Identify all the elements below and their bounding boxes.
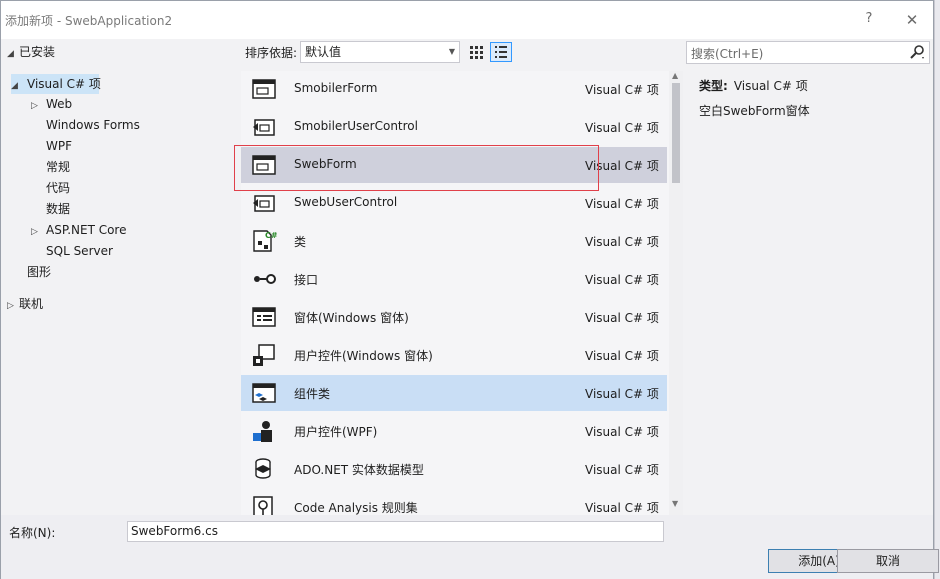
template-name: ADO.NET 实体数据模型 — [294, 463, 424, 477]
sort-by-dropdown[interactable]: 默认值 ▼ — [300, 41, 460, 63]
search-placeholder: 搜索(Ctrl+E) — [691, 47, 764, 61]
template-row[interactable]: SmobilerForm Visual C# 项 — [241, 71, 667, 107]
add-new-item-dialog: 添加新项 - SwebApplication2 ? ✕ ◢ 已安装 ◢ Visual… — [0, 0, 939, 579]
component-class-icon — [251, 381, 277, 405]
template-row[interactable]: 组件类 Visual C# 项 — [241, 375, 667, 411]
template-name: SwebUserControl — [294, 195, 398, 209]
template-language: Visual C# 项 — [585, 425, 659, 439]
entity-model-icon — [251, 457, 277, 481]
interface-icon — [251, 267, 277, 291]
template-language: Visual C# 项 — [585, 235, 659, 249]
rule-set-icon — [251, 495, 277, 515]
category-tree: ◢ 已安装 ◢ Visual C# 项 ▷ Web Windows Forms WPF… — [1, 39, 239, 515]
template-list[interactable]: SmobilerForm Visual C# 项 SmobilerUserContr… — [241, 71, 683, 515]
scroll-up-arrow-icon[interactable]: ▲ — [672, 71, 678, 80]
wpf-user-control-icon — [251, 419, 277, 443]
details-panel: 类型: Visual C# 项 空白SwebForm窗体 — [687, 71, 931, 515]
collapsed-arrow-icon: ▷ — [31, 227, 38, 237]
tree-item-windows-forms[interactable]: Windows Forms — [46, 115, 140, 135]
template-language: Visual C# 项 — [585, 311, 659, 325]
help-button[interactable]: ? — [859, 9, 879, 29]
svg-text:C#: C# — [265, 231, 277, 240]
template-row[interactable]: 用户控件(Windows 窗体) Visual C# 项 — [241, 337, 667, 373]
template-name: 用户控件(Windows 窗体) — [294, 349, 433, 363]
collapsed-arrow-icon: ▷ — [31, 101, 38, 111]
template-language: Visual C# 项 — [585, 273, 659, 287]
template-row[interactable]: SmobilerUserControl Visual C# 项 — [241, 109, 667, 145]
scrollbar-thumb[interactable] — [672, 83, 680, 183]
template-name: 窗体(Windows 窗体) — [294, 311, 409, 325]
template-name: Code Analysis 规则集 — [294, 501, 418, 515]
file-name-input[interactable]: SwebForm6.cs — [127, 521, 664, 542]
template-language: Visual C# 项 — [585, 501, 659, 515]
grid-view-icon — [470, 46, 483, 59]
template-name: 用户控件(WPF) — [294, 425, 378, 439]
user-control-icon — [251, 191, 277, 215]
expanded-arrow-icon: ◢ — [7, 49, 14, 59]
tree-item-general[interactable]: 常规 — [46, 157, 70, 177]
expanded-arrow-icon: ◢ — [11, 81, 18, 91]
template-row[interactable]: 窗体(Windows 窗体) Visual C# 项 — [241, 299, 667, 335]
type-line: 类型: Visual C# 项 — [699, 77, 808, 94]
type-value: Visual C# 项 — [733, 79, 808, 93]
list-view-icon — [495, 46, 507, 58]
window-title: 添加新项 - SwebApplication2 — [5, 14, 173, 28]
user-control-icon — [251, 115, 277, 139]
template-name: 组件类 — [294, 387, 331, 401]
title-bar: 添加新项 - SwebApplication2 ? ✕ — [1, 1, 933, 39]
bottom-bar: 名称(N): SwebForm6.cs 添加(A) 取消 — [1, 515, 939, 579]
template-name: SmobilerForm — [294, 81, 378, 95]
template-row[interactable]: 接口 Visual C# 项 — [241, 261, 667, 297]
cancel-button[interactable]: 取消 — [837, 549, 939, 573]
template-description: 空白SwebForm窗体 — [699, 104, 810, 118]
tree-item-sql-server[interactable]: SQL Server — [46, 241, 113, 261]
template-list-scrollbar[interactable]: ▲ ▼ — [669, 71, 683, 515]
tree-item-data[interactable]: 数据 — [46, 199, 70, 219]
tree-item-code[interactable]: 代码 — [46, 178, 70, 198]
template-language: Visual C# 项 — [585, 349, 659, 363]
chevron-down-icon: ▼ — [448, 47, 455, 56]
tree-item-online[interactable]: ▷ 联机 — [7, 294, 43, 314]
template-language: Visual C# 项 — [585, 463, 659, 477]
list-view-button[interactable] — [490, 42, 512, 62]
sort-by-value: 默认值 — [305, 45, 342, 59]
template-language: Visual C# 项 — [585, 121, 659, 135]
collapsed-arrow-icon: ▷ — [7, 301, 14, 311]
form-window-icon — [251, 77, 277, 101]
windows-form-icon — [251, 305, 277, 329]
template-language: Visual C# 项 — [585, 83, 659, 97]
tree-item-visual-csharp[interactable]: ◢ Visual C# 项 — [11, 74, 101, 94]
tree-item-aspnet-core[interactable]: ▷ ASP.NET Core — [31, 220, 126, 240]
template-name: 类 — [294, 235, 307, 249]
name-label: 名称(N): — [9, 526, 56, 540]
background-window-edge — [934, 0, 940, 579]
template-row[interactable]: ADO.NET 实体数据模型 Visual C# 项 — [241, 451, 667, 487]
tree-item-graphics[interactable]: 图形 — [27, 262, 51, 282]
csharp-class-icon: C# — [251, 229, 278, 253]
search-input[interactable]: 搜索(Ctrl+E) — [686, 41, 930, 64]
tree-item-web[interactable]: ▷ Web — [31, 94, 72, 114]
tree-item-wpf[interactable]: WPF — [46, 136, 72, 156]
template-name: SmobilerUserControl — [294, 119, 418, 133]
search-icon[interactable] — [909, 44, 925, 60]
winforms-user-control-icon — [251, 343, 277, 367]
sort-by-label: 排序依据: — [245, 46, 298, 60]
template-row[interactable]: C# 类 Visual C# 项 — [241, 223, 667, 259]
scroll-down-arrow-icon[interactable]: ▼ — [672, 499, 678, 508]
template-language: Visual C# 项 — [585, 197, 659, 211]
grid-view-button[interactable] — [467, 43, 485, 61]
template-name: 接口 — [294, 273, 319, 287]
template-row[interactable]: 用户控件(WPF) Visual C# 项 — [241, 413, 667, 449]
annotation-highlight-box — [234, 145, 599, 191]
type-label: 类型: — [699, 79, 728, 93]
close-button[interactable]: ✕ — [901, 9, 923, 31]
tree-item-installed[interactable]: ◢ 已安装 — [7, 42, 55, 62]
template-language: Visual C# 项 — [585, 387, 659, 401]
template-row[interactable]: Code Analysis 规则集 Visual C# 项 — [241, 489, 667, 515]
